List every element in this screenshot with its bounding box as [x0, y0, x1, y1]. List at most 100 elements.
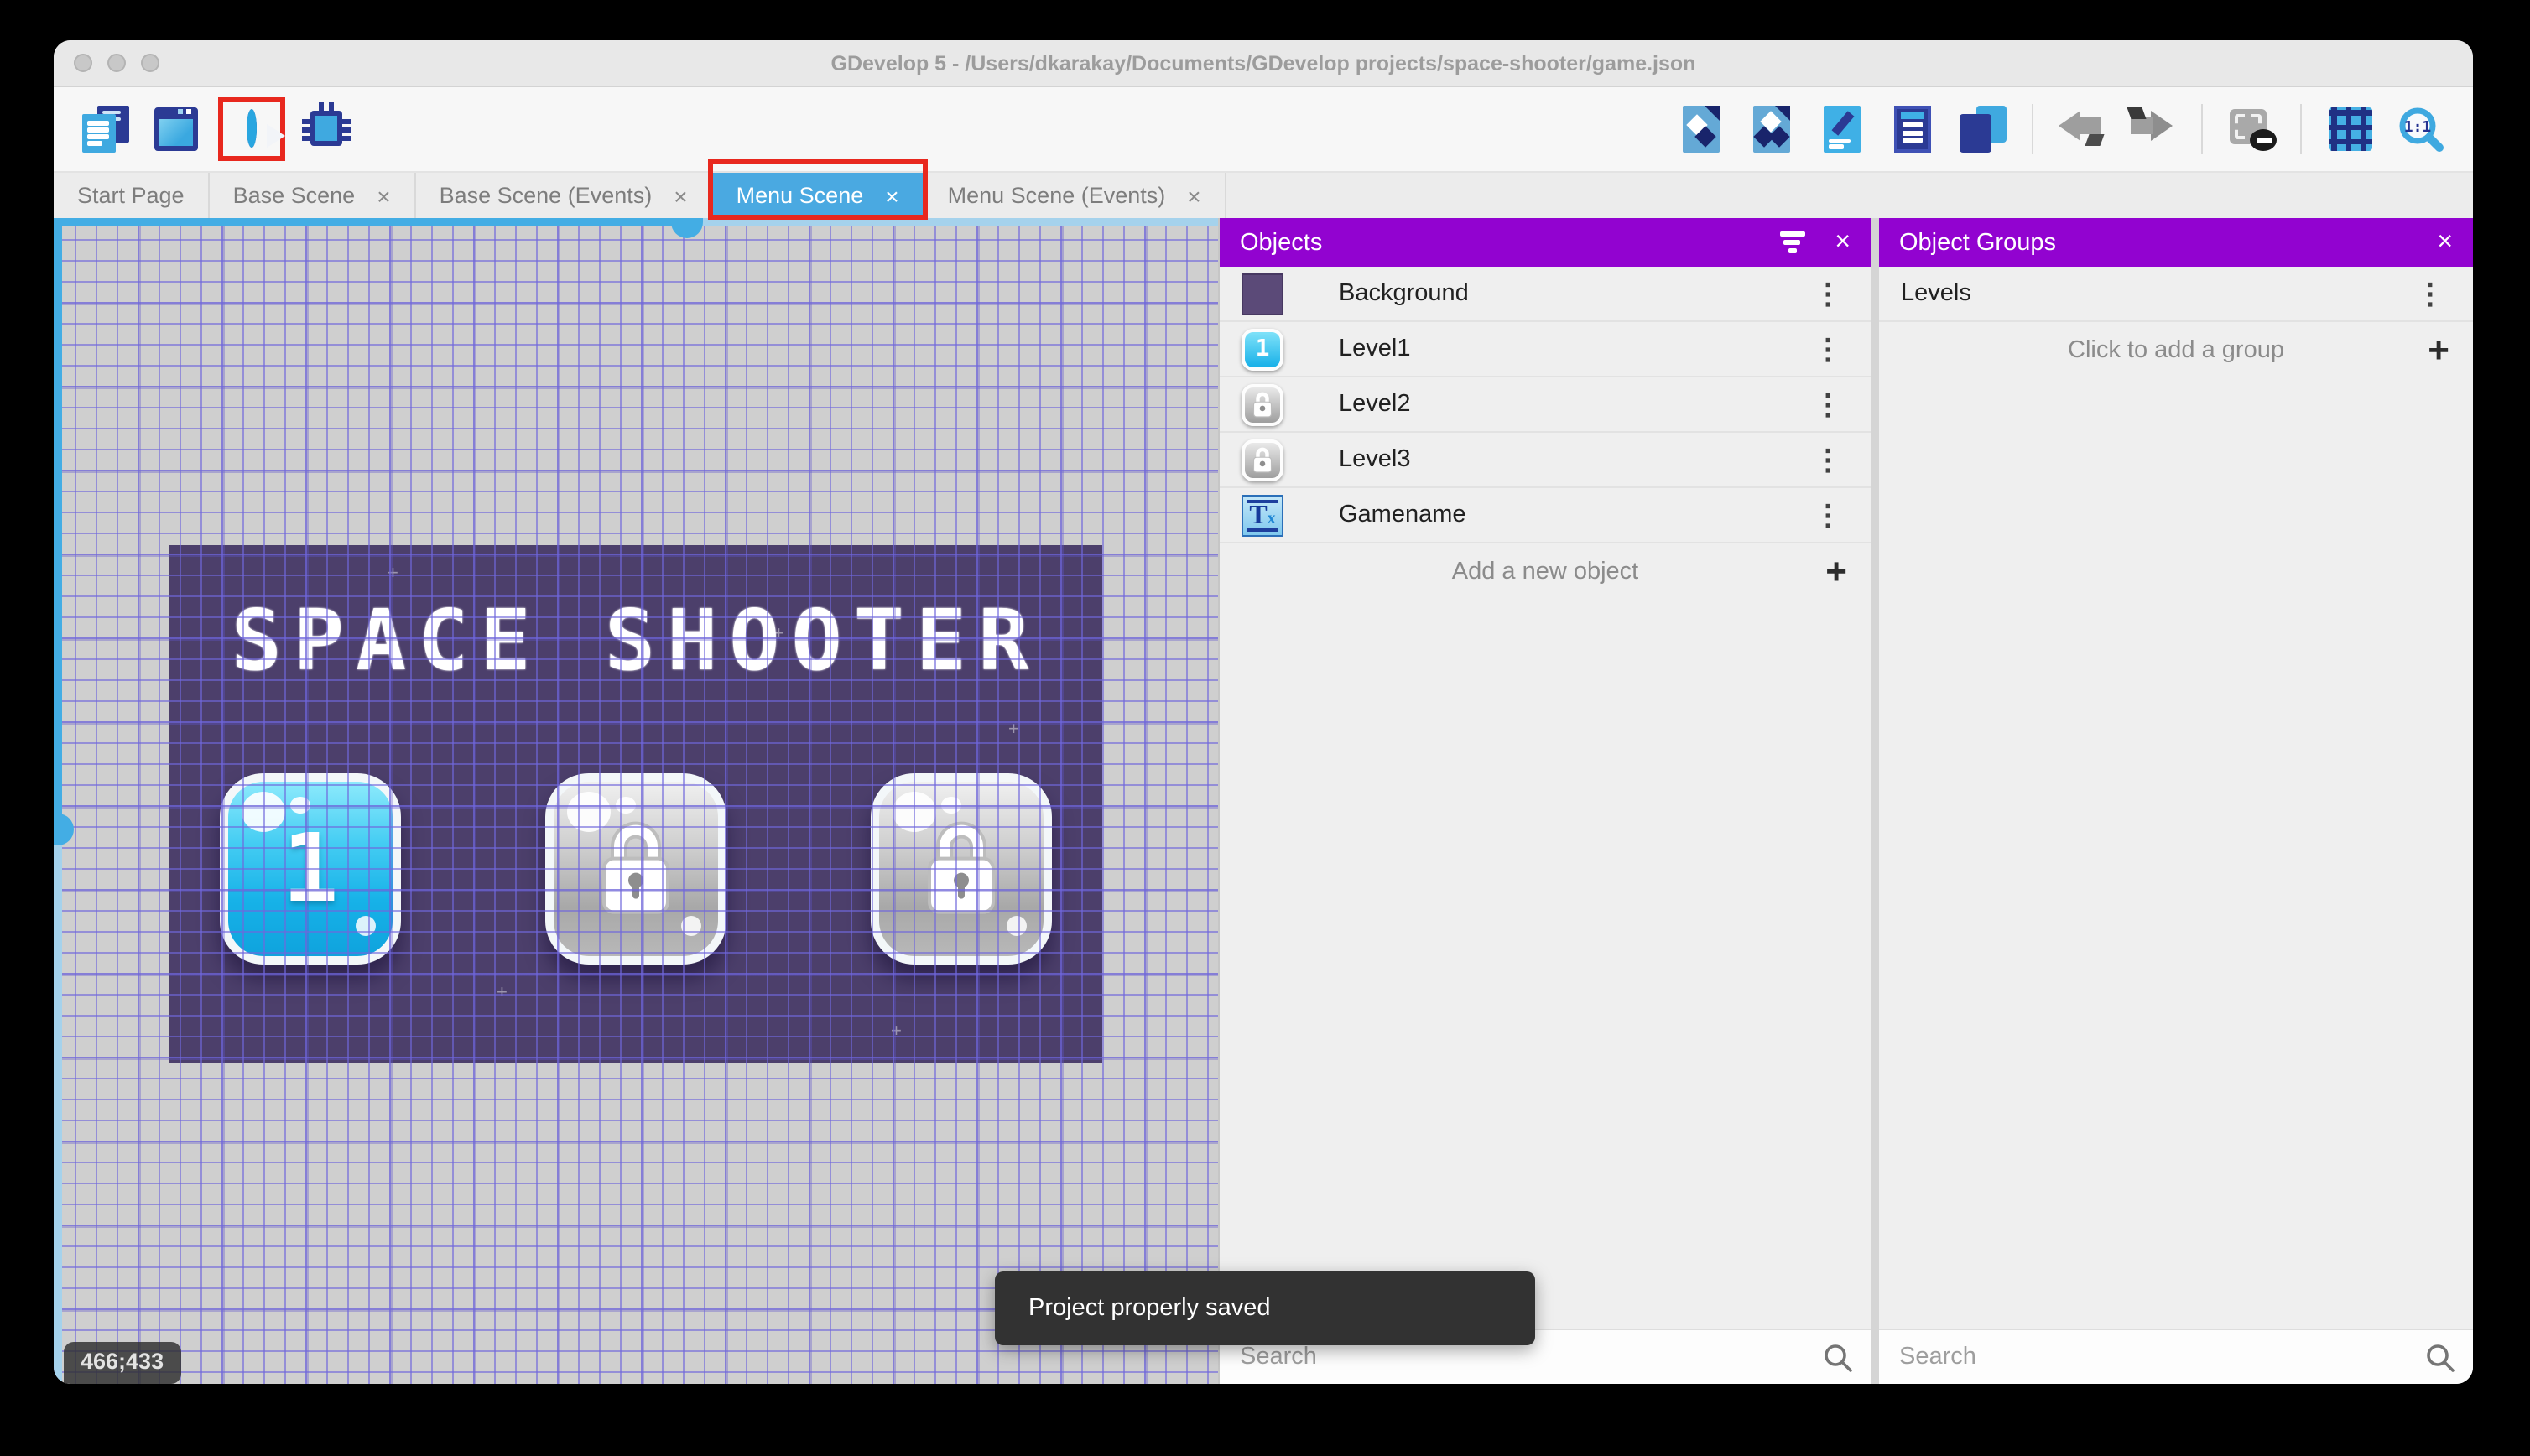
undo-button[interactable] — [2059, 106, 2106, 153]
game-title-text-object[interactable]: SPACE SHOOTER — [169, 592, 1102, 689]
close-tab-icon[interactable]: × — [1187, 184, 1200, 207]
debugger-button[interactable] — [302, 102, 351, 153]
open-properties-button[interactable] — [1819, 106, 1866, 153]
kebab-menu-icon[interactable]: ⋮ — [1807, 445, 1849, 474]
titlebar: GDevelop 5 - /Users/dkarakay/Documents/G… — [54, 40, 2473, 87]
level-buttons-row: 1 — [169, 773, 1102, 965]
play-icon — [247, 109, 285, 148]
padlock-icon — [1252, 392, 1273, 418]
kebab-menu-icon[interactable]: ⋮ — [1807, 390, 1849, 419]
open-objects-editor-button[interactable] — [1678, 106, 1725, 153]
object-row-level1[interactable]: 1 Level1 ⋮ — [1220, 322, 1871, 377]
objects-editor-icon — [1683, 106, 1720, 153]
objects-search-input[interactable] — [1236, 1342, 1822, 1372]
search-icon — [2427, 1344, 2455, 1371]
object-row-gamename[interactable]: Tx Gamename ⋮ — [1220, 488, 1871, 543]
minimize-window-button[interactable] — [107, 54, 126, 72]
object-row-level3[interactable]: Level3 ⋮ — [1220, 433, 1871, 488]
close-panel-icon[interactable]: × — [2437, 228, 2453, 256]
debugger-icon — [302, 102, 351, 146]
vertical-scroll-handle[interactable] — [54, 814, 74, 845]
object-groups-panel-header: Object Groups × — [1879, 218, 2473, 267]
tab-start-page[interactable]: Start Page — [54, 173, 210, 218]
grid-icon — [2329, 107, 2372, 151]
zoom-1-1-icon: 1:1 — [2399, 107, 2444, 152]
object-thumbnail-level3 — [1242, 439, 1283, 481]
properties-icon — [1824, 106, 1861, 153]
instances-list-icon — [1894, 106, 1931, 153]
scene-editor-button[interactable] — [153, 106, 200, 153]
gdevelop-window: GDevelop 5 - /Users/dkarakay/Documents/G… — [54, 40, 2473, 1384]
preview-play-button[interactable] — [247, 109, 285, 148]
object-name: Level3 — [1339, 446, 1411, 473]
scene-editor-icon — [154, 107, 198, 151]
horizontal-scroll-handle[interactable] — [671, 218, 703, 238]
star-decoration: + — [1008, 720, 1019, 740]
tab-label: Base Scene (Events) — [439, 183, 653, 208]
toolbar: 1:1 — [54, 87, 2473, 173]
tab-base-scene-events[interactable]: Base Scene (Events) × — [416, 173, 713, 218]
svg-text:1:1: 1:1 — [2404, 118, 2432, 136]
scene-editor-canvas[interactable]: + + + + + + + SPACE SHOOTER 1 — [54, 218, 1218, 1384]
padlock-icon — [1252, 447, 1273, 473]
close-tab-icon[interactable]: × — [885, 184, 898, 207]
padlock-icon — [602, 821, 669, 914]
close-tab-icon[interactable]: × — [377, 184, 390, 207]
object-groups-icon — [1753, 106, 1790, 153]
group-row-levels[interactable]: Levels ⋮ — [1879, 267, 2473, 322]
group-name: Levels — [1901, 280, 1971, 307]
object-row-level2[interactable]: Level2 ⋮ — [1220, 377, 1871, 433]
object-row-background[interactable]: Background ⋮ — [1220, 267, 1871, 322]
zoom-window-button[interactable] — [141, 54, 159, 72]
objects-panel-empty-space — [1220, 601, 1871, 1384]
tab-label: Menu Scene — [736, 183, 864, 208]
tab-menu-scene[interactable]: Menu Scene × — [707, 159, 928, 220]
kebab-menu-icon[interactable]: ⋮ — [2409, 279, 2451, 308]
cursor-coordinates-badge: 466;433 — [64, 1342, 181, 1384]
kebab-menu-icon[interactable]: ⋮ — [1807, 335, 1849, 363]
close-window-button[interactable] — [74, 54, 92, 72]
toggle-grid-button[interactable] — [2327, 106, 2374, 153]
screenshot-root: GDevelop 5 - /Users/dkarakay/Documents/G… — [0, 0, 2530, 1456]
zoom-original-button[interactable]: 1:1 — [2397, 106, 2444, 153]
add-group-button[interactable]: Click to add a group + — [1879, 322, 2473, 379]
horizontal-scrollbar[interactable] — [54, 218, 1218, 238]
game-preview: + + + + + + + SPACE SHOOTER 1 — [169, 545, 1102, 1063]
tab-label: Start Page — [77, 183, 185, 208]
open-instances-list-button[interactable] — [1889, 106, 1936, 153]
toolbar-separator — [2032, 104, 2033, 154]
main-area: + + + + + + + SPACE SHOOTER 1 — [54, 218, 2473, 1384]
window-title: GDevelop 5 - /Users/dkarakay/Documents/G… — [830, 51, 1696, 75]
groups-search-input[interactable] — [1896, 1342, 2424, 1372]
project-manager-button[interactable] — [82, 106, 129, 153]
toolbar-right-group: 1:1 — [1666, 104, 2456, 154]
vertical-scrollbar[interactable] — [54, 218, 74, 1384]
padlock-icon — [928, 821, 995, 914]
toolbar-left-group — [70, 97, 362, 161]
object-groups-panel-title: Object Groups — [1899, 229, 2056, 256]
object-groups-panel: Object Groups × Levels ⋮ Click to add a … — [1879, 218, 2473, 1384]
level3-button-object[interactable] — [871, 773, 1052, 965]
plus-icon: + — [2428, 329, 2449, 371]
toolbar-separator — [2201, 104, 2203, 154]
tab-base-scene[interactable]: Base Scene × — [210, 173, 416, 218]
add-new-object-button[interactable]: Add a new object + — [1220, 543, 1871, 601]
object-thumbnail-level1: 1 — [1242, 328, 1283, 370]
open-layers-button[interactable] — [1960, 106, 2007, 153]
close-tab-icon[interactable]: × — [674, 184, 687, 207]
window-mask-icon — [2230, 109, 2277, 151]
close-panel-icon[interactable]: × — [1835, 228, 1851, 256]
tab-label: Menu Scene (Events) — [947, 183, 1166, 208]
tab-menu-scene-events[interactable]: Menu Scene (Events) × — [924, 173, 1226, 218]
panel-divider[interactable] — [1871, 218, 1879, 1384]
kebab-menu-icon[interactable]: ⋮ — [1807, 279, 1849, 308]
filter-icon[interactable] — [1779, 231, 1805, 253]
redo-button[interactable] — [2127, 106, 2176, 153]
level2-button-object[interactable] — [545, 773, 726, 965]
open-object-groups-button[interactable] — [1748, 106, 1795, 153]
toggle-window-mask-button[interactable] — [2228, 106, 2277, 153]
groups-panel-empty-space — [1879, 379, 2473, 1384]
kebab-menu-icon[interactable]: ⋮ — [1807, 501, 1849, 529]
level1-button-object[interactable]: 1 — [220, 773, 401, 965]
star-decoration: + — [497, 983, 508, 1003]
